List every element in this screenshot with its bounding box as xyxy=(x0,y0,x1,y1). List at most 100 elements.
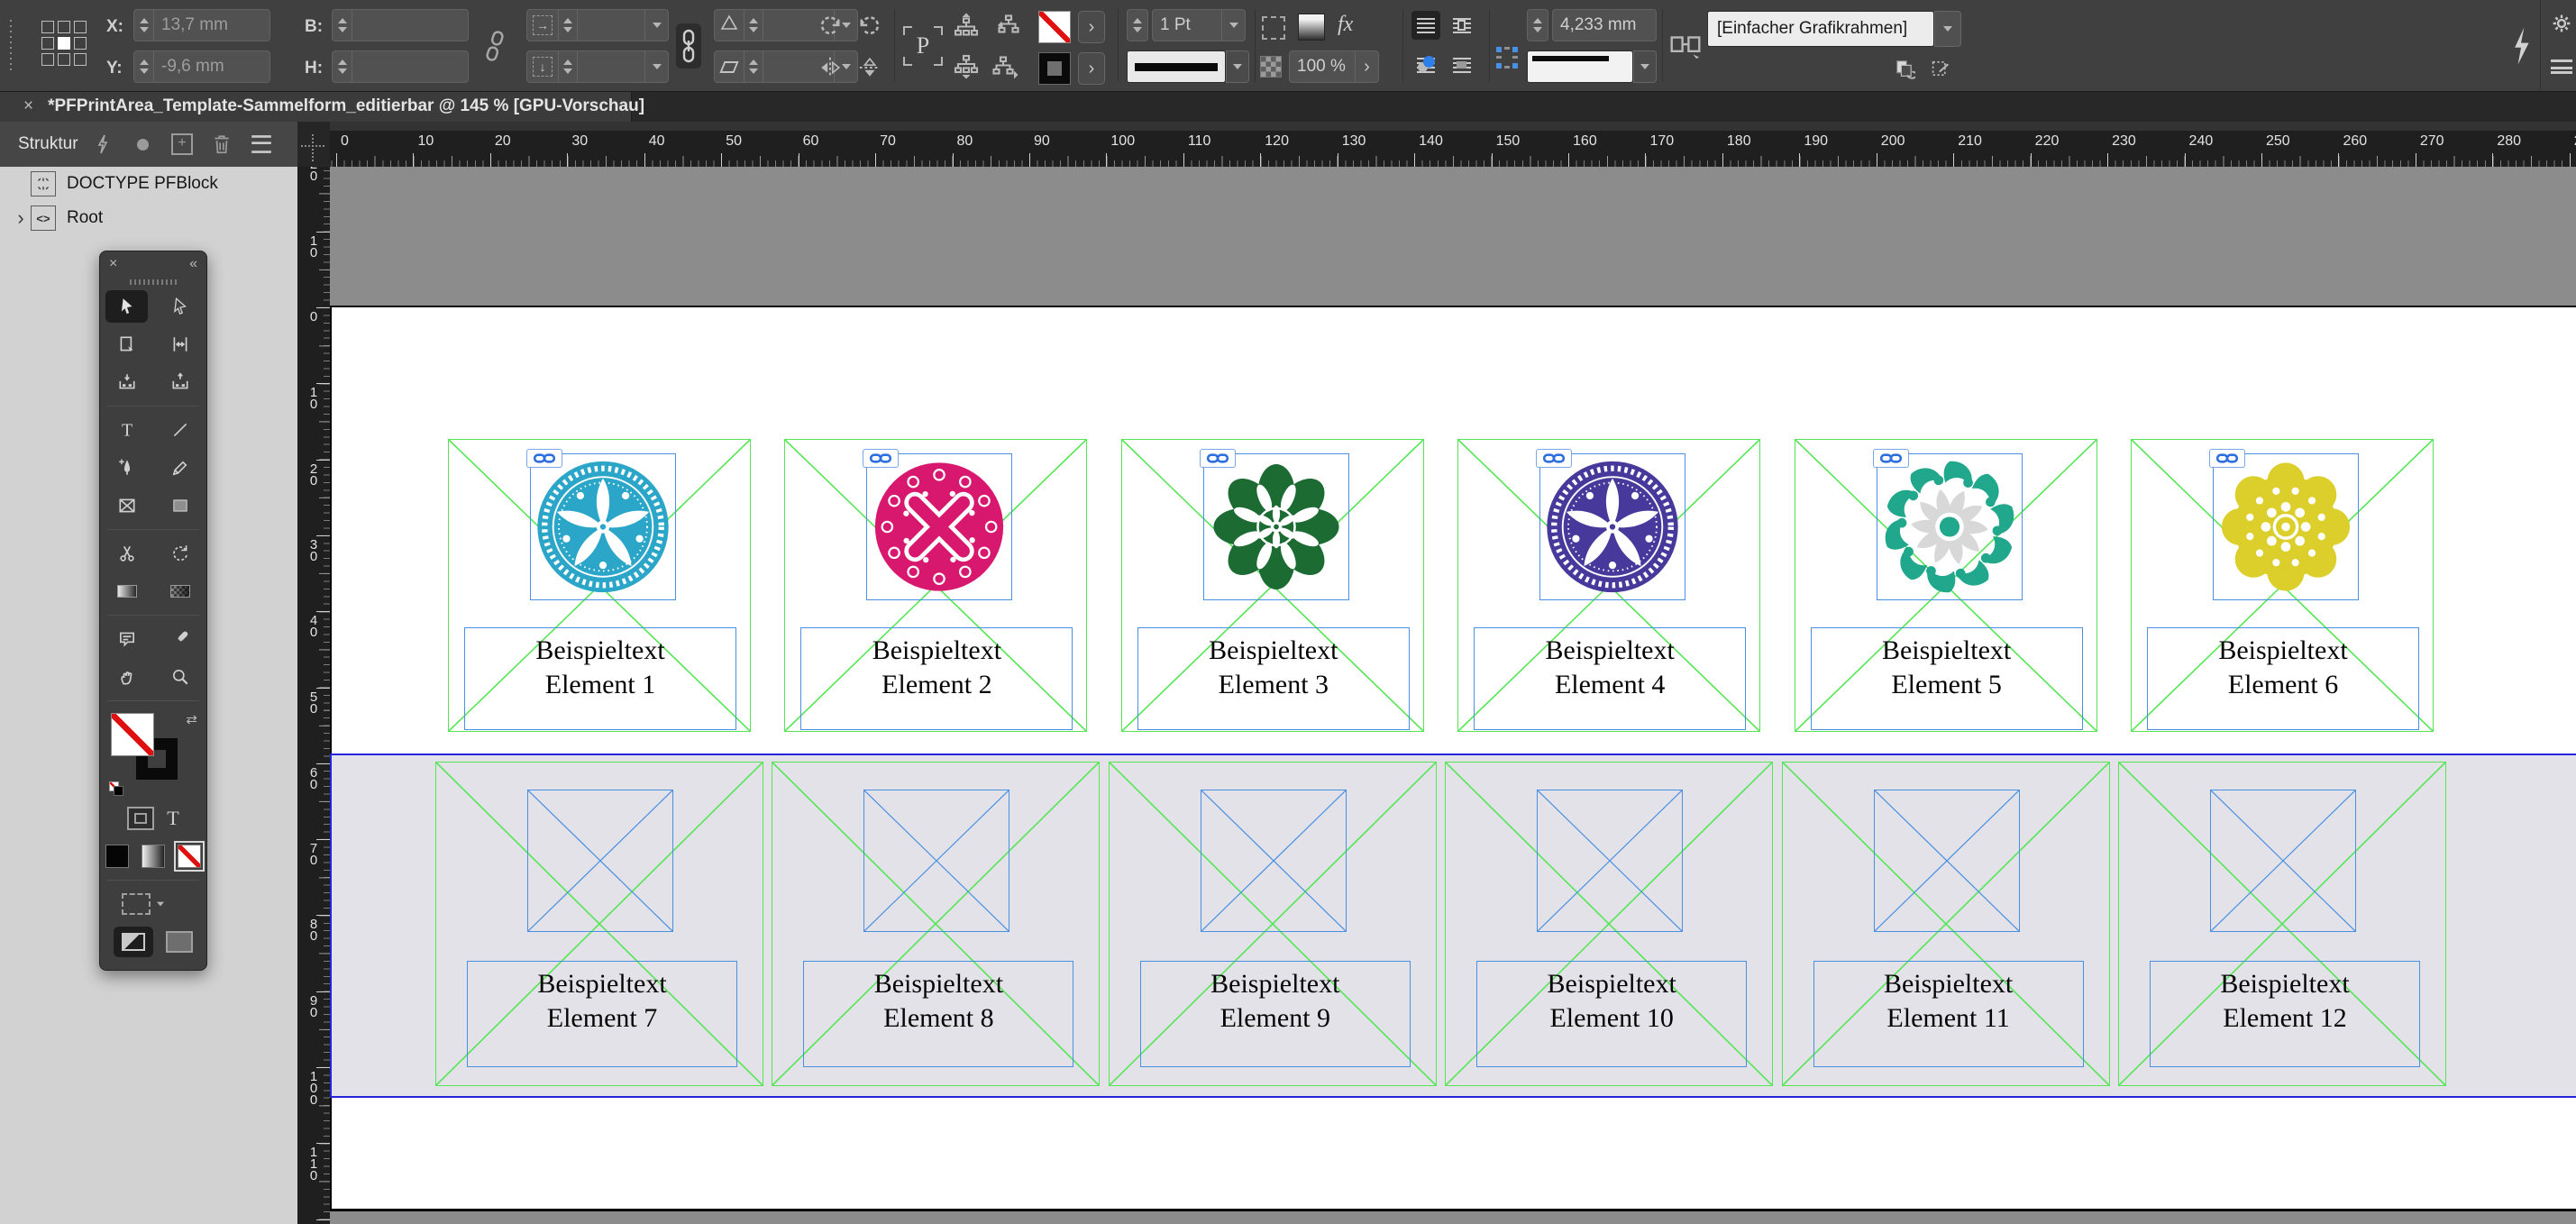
tile[interactable]: BeispieltextElement 9 xyxy=(1109,762,1437,1086)
rotation-stepper[interactable] xyxy=(744,10,763,41)
fill-color-swatch-none[interactable] xyxy=(1038,11,1071,43)
scale-y-stepper[interactable] xyxy=(558,51,578,82)
y-position-field[interactable]: -9,6 mm xyxy=(133,50,270,83)
expander-icon[interactable]: › xyxy=(11,208,31,228)
image-frame[interactable] xyxy=(866,453,1012,600)
gradient-feather-tool[interactable] xyxy=(153,572,206,610)
structure-node[interactable]: DOCTYPE PFBlock xyxy=(0,167,297,201)
empty-image-frame[interactable] xyxy=(1537,790,1683,932)
link-badge-icon[interactable] xyxy=(1536,449,1572,468)
selection-tool[interactable] xyxy=(100,288,153,325)
shear-stepper[interactable] xyxy=(744,51,763,82)
proxy-point-center[interactable] xyxy=(58,37,70,50)
opacity-value[interactable]: 100 % xyxy=(1290,57,1355,77)
select-previous-object-button[interactable] xyxy=(990,9,1022,41)
text-frame[interactable]: BeispieltextElement 8 xyxy=(803,961,1073,1067)
content-grabber-button[interactable]: P xyxy=(903,26,943,66)
document-canvas[interactable]: BeispieltextElement 1BeispieltextElement… xyxy=(330,167,2576,1224)
palette-drag-handle[interactable] xyxy=(100,277,206,288)
gradient-tool[interactable] xyxy=(100,572,153,610)
horizontal-ruler[interactable]: 0102030405060708090100110120130140150160… xyxy=(330,122,2576,167)
tile[interactable]: BeispieltextElement 4 xyxy=(1457,439,1760,732)
wrap-offset-value[interactable]: 4,233 mm xyxy=(1553,15,1656,35)
corner-options-icon[interactable] xyxy=(1260,14,1287,41)
formatting-affects-container-button[interactable] xyxy=(127,807,154,830)
fill-swatch-none[interactable] xyxy=(111,713,154,756)
text-frame[interactable]: BeispieltextElement 7 xyxy=(467,961,737,1067)
wrap-object-shape-button[interactable] xyxy=(1411,50,1440,79)
vertical-ruler[interactable]: 20100102030405060708090100110120 xyxy=(297,135,330,1224)
opacity-field[interactable]: 100 % › xyxy=(1289,50,1379,83)
link-badge-icon[interactable] xyxy=(863,449,899,468)
lightning-icon[interactable] xyxy=(83,134,123,154)
contour-options-dropdown[interactable] xyxy=(1527,50,1633,83)
empty-image-frame[interactable] xyxy=(863,790,1009,932)
tile[interactable]: BeispieltextElement 3 xyxy=(1121,439,1424,732)
stroke-style-dropdown[interactable] xyxy=(1127,50,1226,83)
image-frame[interactable] xyxy=(2213,453,2359,600)
note-tool[interactable] xyxy=(100,620,153,658)
scale-y-field[interactable]: ↓ xyxy=(526,50,669,83)
text-frame[interactable]: BeispieltextElement 4 xyxy=(1474,627,1746,730)
apply-color-button[interactable] xyxy=(105,845,129,868)
tile[interactable]: BeispieltextElement 5 xyxy=(1795,439,2097,732)
text-frame[interactable]: BeispieltextElement 3 xyxy=(1137,627,1410,730)
preview-view-button[interactable] xyxy=(166,931,193,953)
empty-image-frame[interactable] xyxy=(1874,790,2020,932)
panel-menu-icon[interactable] xyxy=(242,134,281,154)
wrap-bounding-box-button[interactable] xyxy=(1448,11,1476,40)
link-badge-icon[interactable] xyxy=(526,449,562,468)
text-frame[interactable]: BeispieltextElement 9 xyxy=(1140,961,1411,1067)
text-frame[interactable]: BeispieltextElement 11 xyxy=(1813,961,2084,1067)
pencil-tool[interactable] xyxy=(153,449,206,487)
screen-mode-icon[interactable] xyxy=(122,893,151,915)
height-stepper[interactable] xyxy=(333,51,352,82)
stroke-color-swatch[interactable] xyxy=(1038,52,1071,85)
hand-tool[interactable] xyxy=(100,658,153,696)
proxy-point[interactable] xyxy=(41,53,54,66)
proxy-point[interactable] xyxy=(41,37,54,50)
swap-fill-stroke-icon[interactable]: ⇄ xyxy=(186,711,197,727)
y-stepper[interactable] xyxy=(134,51,154,82)
opacity-dropdown[interactable]: › xyxy=(1355,51,1378,82)
scale-y-dropdown[interactable] xyxy=(644,51,668,82)
ruler-origin-corner[interactable] xyxy=(297,122,330,167)
tile[interactable]: BeispieltextElement 6 xyxy=(2131,439,2434,732)
scale-x-dropdown[interactable] xyxy=(644,10,668,41)
flip-horizontal-button[interactable] xyxy=(815,52,845,83)
quick-apply-lightning-icon[interactable] xyxy=(2507,22,2535,70)
proxy-point[interactable] xyxy=(41,21,54,33)
panel-menu-icon[interactable] xyxy=(2549,56,2574,78)
content-placer-tool[interactable] xyxy=(153,363,206,401)
stroke-weight-value[interactable]: 1 Pt xyxy=(1153,15,1221,35)
delete-trash-icon[interactable] xyxy=(202,133,242,155)
add-element-icon[interactable]: + xyxy=(162,133,202,155)
text-frame[interactable]: BeispieltextElement 6 xyxy=(2147,627,2419,730)
free-transform-tool[interactable] xyxy=(153,534,206,572)
proxy-point[interactable] xyxy=(74,53,87,66)
stroke-weight-stepper[interactable] xyxy=(1127,9,1148,41)
content-collector-tool[interactable] xyxy=(100,363,153,401)
palette-close-icon[interactable]: × xyxy=(109,256,117,272)
image-frame[interactable] xyxy=(1203,453,1349,600)
palette-collapse-icon[interactable]: « xyxy=(189,256,197,272)
rotate-ccw-button[interactable] xyxy=(815,11,845,41)
y-value[interactable]: -9,6 mm xyxy=(154,57,269,77)
stroke-weight-dropdown[interactable] xyxy=(1221,10,1245,41)
rotate-cw-button[interactable] xyxy=(854,11,885,41)
zoom-tool[interactable] xyxy=(153,658,206,696)
tile[interactable]: BeispieltextElement 11 xyxy=(1782,762,2110,1086)
drop-shadow-button[interactable] xyxy=(1298,14,1325,41)
proxy-point[interactable] xyxy=(58,21,70,33)
apply-none-button[interactable] xyxy=(178,845,201,868)
tile[interactable]: BeispieltextElement 7 xyxy=(435,762,763,1086)
contour-options-chevron[interactable] xyxy=(1633,50,1657,83)
line-tool[interactable] xyxy=(153,411,206,449)
constrain-scale-link-button[interactable] xyxy=(676,23,701,69)
clear-attributes-button[interactable] xyxy=(1927,56,1954,81)
tile[interactable]: BeispieltextElement 12 xyxy=(2118,762,2446,1086)
settings-gear-icon[interactable] xyxy=(2549,11,2574,36)
select-content-button[interactable] xyxy=(950,50,982,83)
image-frame[interactable] xyxy=(1539,453,1685,600)
text-frame[interactable]: BeispieltextElement 12 xyxy=(2150,961,2420,1067)
